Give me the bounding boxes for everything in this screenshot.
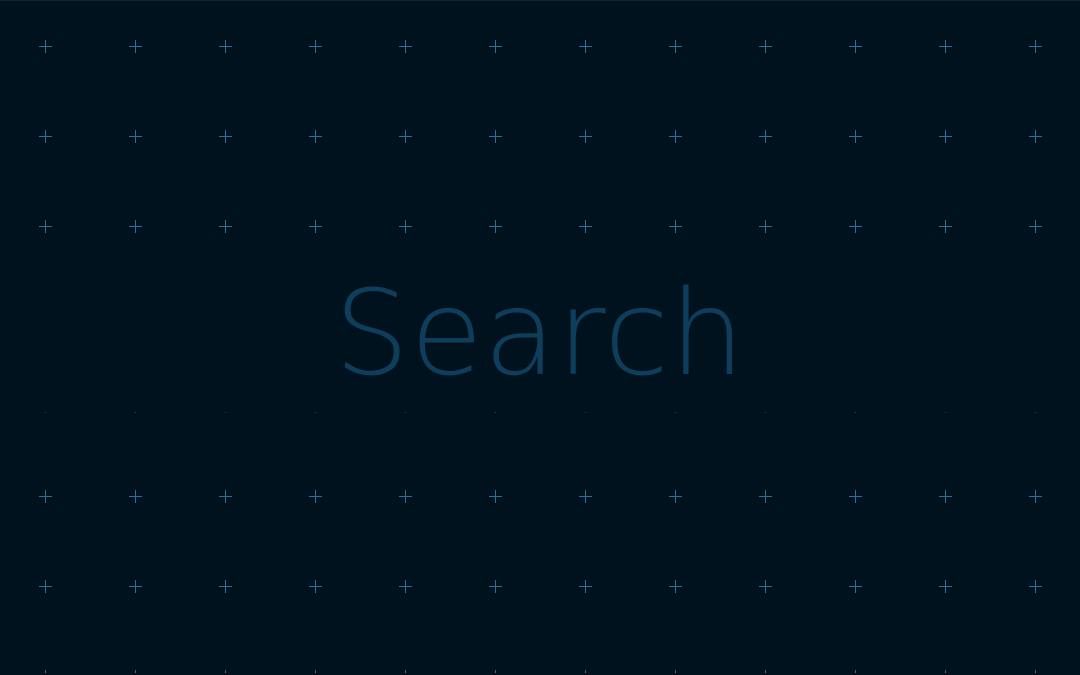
grid-cross-icon: [489, 580, 502, 593]
grid-cross-icon: [219, 580, 232, 593]
grid-cross-icon: [939, 220, 952, 233]
grid-cross-icon: [579, 130, 592, 143]
grid-cross-icon: [759, 580, 772, 593]
grid-cross-icon: [489, 220, 502, 233]
grid-cross-icon: [759, 670, 772, 673]
grid-cross-icon: [399, 220, 412, 233]
grid-dot-icon: [45, 412, 46, 413]
grid-cross-icon: [219, 670, 232, 673]
grid-cross-icon: [129, 130, 142, 143]
grid-cross-icon: [669, 580, 682, 593]
grid-cross-icon: [309, 670, 322, 673]
grid-cross-icon: [579, 40, 592, 53]
grid-cross-icon: [399, 490, 412, 503]
grid-cross-icon: [39, 490, 52, 503]
grid-cross-icon: [489, 670, 502, 673]
grid-cross-icon: [579, 490, 592, 503]
grid-cross-icon: [759, 490, 772, 503]
grid-cross-icon: [39, 220, 52, 233]
grid-cross-icon: [399, 580, 412, 593]
grid-cross-icon: [39, 670, 52, 673]
grid-cross-icon: [669, 40, 682, 53]
grid-dot-icon: [1035, 412, 1036, 413]
grid-dot-icon: [495, 412, 496, 413]
grid-cross-icon: [309, 580, 322, 593]
grid-cross-icon: [1029, 40, 1042, 53]
grid-cross-icon: [219, 220, 232, 233]
grid-cross-icon: [129, 40, 142, 53]
grid-cross-icon: [39, 40, 52, 53]
grid-cross-icon: [129, 670, 142, 673]
grid-cross-icon: [309, 220, 322, 233]
grid-cross-icon: [39, 580, 52, 593]
grid-dot-icon: [315, 412, 316, 413]
grid-cross-icon: [669, 670, 682, 673]
grid-dot-icon: [135, 412, 136, 413]
grid-cross-icon: [849, 40, 862, 53]
grid-cross-icon: [399, 40, 412, 53]
grid-cross-icon: [1029, 580, 1042, 593]
grid-cross-icon: [1029, 670, 1042, 673]
grid-cross-icon: [1029, 490, 1042, 503]
grid-cross-icon: [1029, 130, 1042, 143]
grid-cross-icon: [309, 40, 322, 53]
grid-dot-icon: [225, 412, 226, 413]
grid-cross-icon: [669, 490, 682, 503]
grid-cross-icon: [129, 490, 142, 503]
grid-cross-icon: [849, 580, 862, 593]
grid-cross-icon: [939, 490, 952, 503]
grid-dot-icon: [405, 412, 406, 413]
grid-cross-icon: [489, 40, 502, 53]
grid-cross-icon: [759, 40, 772, 53]
grid-dot-icon: [675, 412, 676, 413]
grid-dot-icon: [945, 412, 946, 413]
grid-cross-icon: [129, 580, 142, 593]
grid-cross-icon: [399, 130, 412, 143]
grid-cross-icon: [309, 490, 322, 503]
grid-cross-icon: [669, 130, 682, 143]
grid-dot-icon: [585, 412, 586, 413]
grid-cross-icon: [579, 220, 592, 233]
grid-cross-icon: [939, 40, 952, 53]
grid-cross-icon: [129, 220, 142, 233]
grid-dot-icon: [855, 412, 856, 413]
grid-cross-icon: [849, 220, 862, 233]
grid-cross-icon: [939, 580, 952, 593]
grid-cross-icon: [849, 490, 862, 503]
grid-cross-icon: [579, 670, 592, 673]
grid-cross-icon: [669, 220, 682, 233]
grid-cross-icon: [39, 130, 52, 143]
grid-cross-icon: [219, 490, 232, 503]
grid-cross-icon: [309, 130, 322, 143]
grid-cross-icon: [579, 580, 592, 593]
grid-cross-icon: [939, 670, 952, 673]
grid-cross-icon: [1029, 220, 1042, 233]
grid-cross-icon: [849, 130, 862, 143]
grid-cross-icon: [219, 40, 232, 53]
grid-cross-icon: [849, 670, 862, 673]
grid-cross-icon: [489, 130, 502, 143]
search-input[interactable]: [240, 268, 840, 398]
grid-cross-icon: [489, 490, 502, 503]
grid-cross-icon: [939, 130, 952, 143]
grid-cross-icon: [219, 130, 232, 143]
grid-dot-icon: [765, 412, 766, 413]
grid-cross-icon: [759, 220, 772, 233]
grid-cross-icon: [399, 670, 412, 673]
grid-cross-icon: [759, 130, 772, 143]
